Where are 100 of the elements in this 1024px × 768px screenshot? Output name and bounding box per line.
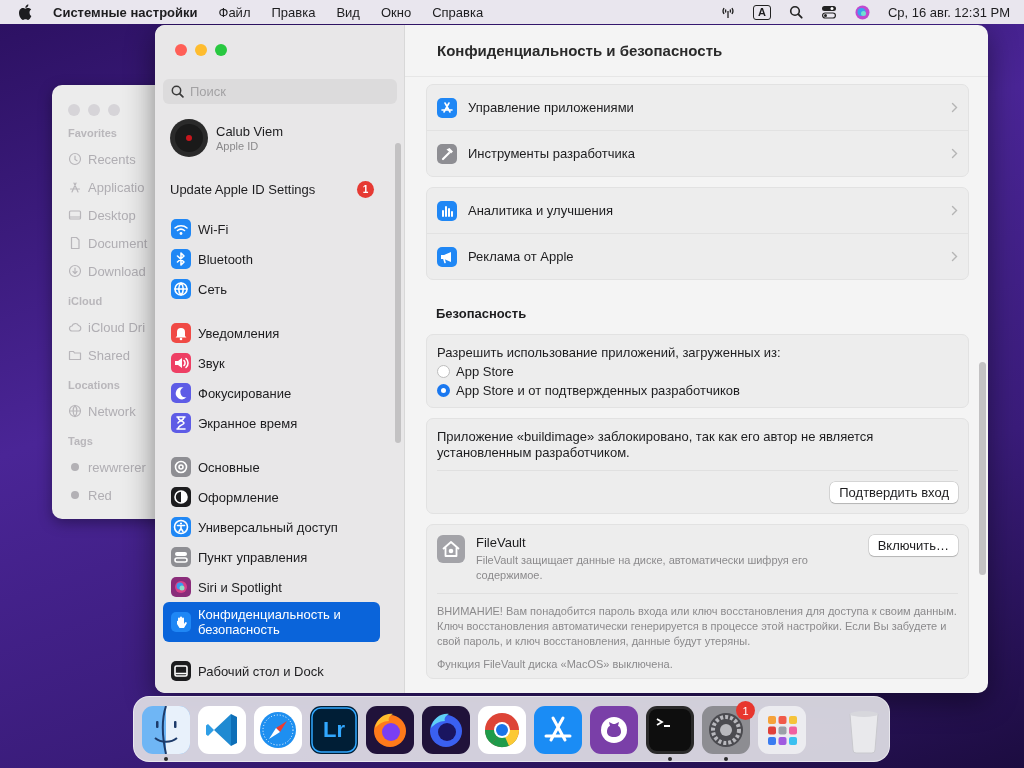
download-icon bbox=[68, 264, 82, 278]
desktop-icon bbox=[68, 208, 82, 222]
hand-icon bbox=[171, 612, 191, 632]
sidebar-item[interactable]: Конфиденциальность и безопасность bbox=[163, 602, 380, 642]
search-icon[interactable] bbox=[788, 5, 803, 19]
avatar[interactable] bbox=[170, 119, 208, 157]
app-menu[interactable]: Системные настройки bbox=[53, 4, 198, 20]
menu-item[interactable]: Файл bbox=[218, 4, 251, 20]
search-icon bbox=[171, 85, 184, 98]
face-icon[interactable] bbox=[142, 706, 190, 754]
page-title: Конфиденциальность и безопасность bbox=[437, 42, 723, 59]
globe-icon bbox=[68, 404, 82, 418]
cat-icon[interactable] bbox=[590, 706, 638, 754]
input-source-indicator[interactable]: A bbox=[752, 4, 771, 20]
folder-icon bbox=[68, 348, 82, 362]
chevron-icon bbox=[951, 102, 958, 113]
sidebar-item[interactable]: Siri и Spotlight bbox=[163, 572, 363, 602]
warning-text: ВНИМАНИЕ! Вам понадобится пароль входа или ключ восстановления для доступа к своим данным. Ключ восстановления автоматически генерируется в процессе этой настройки. Если Вы забудете и свой пароль, и ключ восстановления, данные будут утеряны. bbox=[437, 604, 958, 649]
account-name[interactable]: Calub Viem bbox=[216, 124, 283, 139]
terminal-icon[interactable] bbox=[646, 706, 694, 754]
tag-dot bbox=[68, 488, 82, 502]
blocked-app-message: Приложение «buildimage» заблокировано, так как его автор не является установленным разработчиком. bbox=[437, 429, 874, 460]
clock-icon bbox=[68, 152, 82, 166]
globe-icon bbox=[171, 279, 191, 299]
search-field[interactable]: Поиск bbox=[163, 79, 397, 104]
radio-button[interactable] bbox=[437, 365, 450, 378]
display-icon bbox=[171, 661, 191, 681]
menu-item[interactable]: Окно bbox=[380, 4, 412, 20]
menu-item[interactable]: Вид bbox=[336, 4, 360, 20]
code-icon[interactable] bbox=[198, 706, 246, 754]
hammer-icon bbox=[437, 143, 457, 164]
appearance-icon bbox=[171, 487, 191, 507]
moon-icon bbox=[171, 383, 191, 403]
sidebar-item[interactable]: Основные bbox=[163, 452, 363, 482]
notification-badge: 1 bbox=[736, 701, 755, 720]
document-icon bbox=[68, 236, 82, 250]
ring-icon[interactable] bbox=[478, 706, 526, 754]
update-notice[interactable]: Update Apple ID Settings bbox=[170, 181, 316, 197]
siri-icon bbox=[171, 577, 191, 597]
gear-icon bbox=[171, 457, 191, 477]
app-store-icon[interactable] bbox=[534, 706, 582, 754]
chevron-icon bbox=[951, 148, 958, 159]
toggles-icon bbox=[171, 547, 191, 567]
sidebar-item[interactable]: Оформление bbox=[163, 482, 363, 512]
speaker-icon bbox=[171, 353, 191, 373]
sidebar-item[interactable]: Пункт управления bbox=[163, 542, 363, 572]
sidebar-item[interactable]: Уведомления bbox=[163, 318, 363, 348]
app-store-icon bbox=[437, 97, 457, 118]
radio-label[interactable]: App Store и от подтвержденных разработчиков bbox=[456, 383, 740, 398]
radio-prompt: Разрешить использование приложений, загруженных из: bbox=[437, 345, 781, 360]
apps-icon bbox=[68, 180, 82, 194]
sidebar-item[interactable]: Универсальный доступ bbox=[163, 512, 363, 542]
sidebar-item[interactable]: Рабочий стол и Dock bbox=[163, 656, 363, 686]
compass-icon[interactable] bbox=[254, 706, 302, 754]
siri-icon[interactable] bbox=[854, 4, 870, 20]
confirm-button[interactable]: Подтвердить вход bbox=[830, 482, 958, 503]
sidebar-item[interactable]: Bluetooth bbox=[163, 244, 363, 274]
settings-row-label[interactable]: Управление приложениями bbox=[468, 100, 940, 115]
section-heading: Безопасность bbox=[436, 306, 527, 321]
status-text: Функция FileVault диска «MacOS» выключена. bbox=[437, 658, 674, 670]
chart-icon bbox=[437, 200, 457, 221]
megaphone-icon bbox=[437, 246, 457, 267]
bell-icon bbox=[171, 323, 191, 343]
hourglass-icon bbox=[171, 413, 191, 433]
sidebar-item[interactable]: Фокусирование bbox=[163, 378, 363, 408]
feature-title: FileVault bbox=[476, 535, 527, 550]
radio-label[interactable]: App Store bbox=[456, 364, 514, 379]
settings-row-label[interactable]: Аналитика и улучшения bbox=[468, 203, 940, 218]
app-icon[interactable]: Lr bbox=[310, 706, 358, 754]
apple-logo[interactable] bbox=[18, 4, 32, 20]
notification-badge: 1 bbox=[357, 180, 374, 198]
fox-icon[interactable] bbox=[422, 706, 470, 754]
menu-item[interactable]: Справка bbox=[432, 4, 484, 20]
sidebar-item[interactable]: Сеть bbox=[163, 274, 363, 304]
menu-item[interactable]: Правка bbox=[271, 4, 316, 20]
sidebar-item[interactable]: Звук bbox=[163, 348, 363, 378]
scrollbar-thumb[interactable] bbox=[395, 143, 401, 443]
radio-button[interactable] bbox=[437, 384, 450, 397]
sidebar-item[interactable]: Экранное время bbox=[163, 408, 363, 438]
tag-dot bbox=[68, 460, 82, 474]
house-icon bbox=[437, 535, 465, 563]
antenna-icon[interactable] bbox=[720, 5, 735, 19]
settings-row-label[interactable]: Инструменты разработчика bbox=[468, 146, 940, 161]
scrollbar-thumb[interactable] bbox=[979, 362, 986, 575]
account-subtitle: Apple ID bbox=[216, 140, 260, 152]
settings-row-label[interactable]: Реклама от Apple bbox=[468, 249, 940, 264]
toggles-icon[interactable] bbox=[820, 5, 837, 19]
accessibility-icon bbox=[171, 517, 191, 537]
close-button[interactable] bbox=[175, 44, 187, 56]
chevron-icon bbox=[951, 205, 958, 216]
enable-button[interactable]: Включить… bbox=[868, 535, 958, 556]
bluetooth-icon bbox=[171, 249, 191, 269]
wifi-icon bbox=[171, 219, 191, 239]
grid-icon[interactable] bbox=[758, 706, 806, 754]
fox-icon[interactable] bbox=[366, 706, 414, 754]
sidebar-item[interactable]: Wi-Fi bbox=[163, 214, 363, 244]
chevron-icon bbox=[951, 251, 958, 262]
clock[interactable]: Ср, 16 авг. 12:31 PM bbox=[887, 4, 1010, 20]
gear-icon[interactable] bbox=[702, 706, 750, 754]
feature-description: FileVault защищает данные на диске, автоматически шифруя его содержимое. bbox=[476, 553, 809, 583]
